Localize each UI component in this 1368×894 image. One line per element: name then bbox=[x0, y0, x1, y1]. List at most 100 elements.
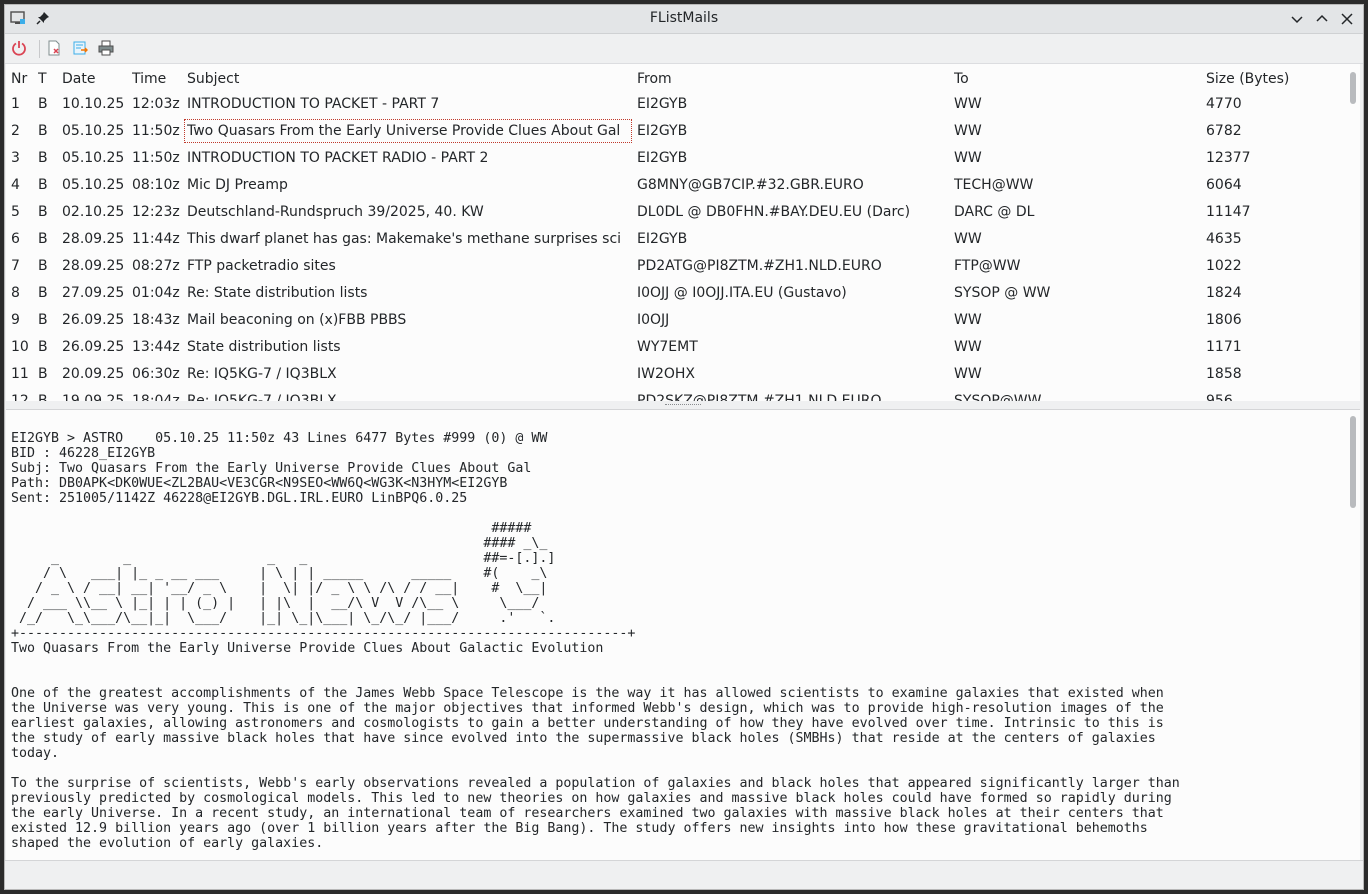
table-cell: INTRODUCTION TO PACKET - PART 7 bbox=[187, 96, 440, 112]
table-cell: 11147 bbox=[1206, 204, 1251, 220]
print-icon[interactable] bbox=[97, 39, 115, 57]
table-cell: 01:04z bbox=[132, 285, 180, 301]
table-cell: WW bbox=[954, 366, 982, 382]
table-row[interactable]: 4 B 05.10.25 08:10z Mic DJ Preamp G8MNY@GB7CI… bbox=[6, 172, 1296, 199]
table-cell: B bbox=[38, 177, 48, 193]
table-row[interactable]: 11 B 20.09.25 06:30z Re: IQ5KG-7 / IQ3BLX IW2… bbox=[6, 361, 1296, 388]
table-cell: EI2GYB bbox=[637, 231, 688, 247]
table-cell: 02.10.25 bbox=[62, 204, 125, 220]
table-row[interactable]: 7 B 28.09.25 08:27z FTP packetradio sites PD2… bbox=[6, 253, 1296, 280]
table-cell: 5 bbox=[11, 204, 20, 220]
table-cell: Mail beaconing on (x)FBB PBBS bbox=[187, 312, 407, 328]
table-cell: 08:10z bbox=[132, 177, 180, 193]
pane-splitter[interactable] bbox=[5, 401, 1363, 409]
table-cell: B bbox=[38, 204, 48, 220]
window-title: FListMails bbox=[649, 10, 719, 26]
table-cell: 18:43z bbox=[132, 312, 180, 328]
table-cell: 6 bbox=[11, 231, 20, 247]
table-cell: 12377 bbox=[1206, 150, 1251, 166]
table-cell: 11:44z bbox=[132, 231, 180, 247]
table-cell: SYSOP @ WW bbox=[954, 285, 1051, 301]
power-icon[interactable] bbox=[10, 39, 28, 57]
column-header[interactable]: T bbox=[38, 71, 60, 87]
table-cell: B bbox=[38, 393, 48, 401]
table-cell: 26.09.25 bbox=[62, 339, 125, 355]
table-cell: 13:44z bbox=[132, 339, 180, 355]
table-cell: 8 bbox=[11, 285, 20, 301]
table-row[interactable]: 5 B 02.10.25 12:23z Deutschland-Rundspruch 3… bbox=[6, 199, 1296, 226]
table-row[interactable]: 2 B 05.10.25 11:50z Two Quasars From the Ear… bbox=[6, 118, 1296, 145]
column-header[interactable]: From bbox=[637, 71, 947, 87]
column-header[interactable]: Time bbox=[132, 71, 186, 87]
table-cell: 28.09.25 bbox=[62, 258, 125, 274]
table-cell: WW bbox=[954, 123, 982, 139]
splitter-grip[interactable] bbox=[665, 404, 701, 407]
column-header[interactable]: To bbox=[954, 71, 1199, 87]
message-view[interactable]: EI2GYB > ASTRO 05.10.25 11:50z 43 Lines … bbox=[6, 409, 1360, 863]
table-cell: EI2GYB bbox=[637, 96, 688, 112]
message-scrollbar[interactable] bbox=[1346, 410, 1360, 863]
table-cell: PD2ATG@PI8ZTM.#ZH1.NLD.EURO bbox=[637, 258, 882, 274]
table-cell: 3 bbox=[11, 150, 20, 166]
table-cell: Re: IQ5KG-7 / IQ3BLX bbox=[187, 366, 337, 382]
list-scrollbar[interactable] bbox=[1346, 64, 1360, 401]
list-header: Nr T Date Time Subject From To Size (Byt… bbox=[6, 64, 1296, 91]
message-paragraph: To the surprise of scientists, Webb's ea… bbox=[11, 776, 1180, 851]
table-cell: B bbox=[38, 366, 48, 382]
table-cell: PD2SKZ@PI8ZTM.#ZH1.NLD.EURO bbox=[637, 393, 882, 401]
table-cell: B bbox=[38, 258, 48, 274]
list-scrollbar-thumb[interactable] bbox=[1350, 72, 1356, 104]
table-cell: WW bbox=[954, 150, 982, 166]
table-cell: 05.10.25 bbox=[62, 150, 125, 166]
table-cell: 1022 bbox=[1206, 258, 1242, 274]
minimize-icon[interactable] bbox=[1289, 11, 1305, 27]
export-document-icon[interactable] bbox=[71, 39, 89, 57]
table-cell: 12:23z bbox=[132, 204, 180, 220]
table-row[interactable]: 1 B 10.10.25 12:03z INTRODUCTION TO PACKET -… bbox=[6, 91, 1296, 118]
table-cell: 7 bbox=[11, 258, 20, 274]
table-cell: B bbox=[38, 96, 48, 112]
table-cell: 11:50z bbox=[132, 150, 180, 166]
table-cell: 1806 bbox=[1206, 312, 1242, 328]
column-header[interactable]: Subject bbox=[187, 71, 627, 87]
column-header[interactable]: Nr bbox=[11, 71, 35, 87]
message-scrollbar-thumb[interactable] bbox=[1350, 416, 1356, 508]
mail-list[interactable]: Nr T Date Time Subject From To Size (Byt… bbox=[6, 64, 1360, 401]
column-header[interactable]: Date bbox=[62, 71, 130, 87]
table-cell: WW bbox=[954, 231, 982, 247]
table-cell: 1 bbox=[11, 96, 20, 112]
table-cell: EI2GYB bbox=[637, 150, 688, 166]
status-bar bbox=[5, 860, 1363, 889]
table-cell: I0OJJ bbox=[637, 312, 670, 328]
ascii-banner: ##### #### _\_ _ _ _ _ ##=-[.].] / \ ___… bbox=[11, 521, 636, 641]
table-cell: WW bbox=[954, 96, 982, 112]
toolbar bbox=[5, 34, 1363, 64]
table-row[interactable]: 6 B 28.09.25 11:44z This dwarf planet has ga… bbox=[6, 226, 1296, 253]
table-cell: EI2GYB bbox=[637, 123, 688, 139]
table-cell: 05.10.25 bbox=[62, 177, 125, 193]
table-cell: 12 bbox=[11, 393, 29, 401]
maximize-icon[interactable] bbox=[1314, 11, 1330, 27]
toolbar-separator bbox=[39, 40, 40, 58]
table-row[interactable]: 8 B 27.09.25 01:04z Re: State distribution l… bbox=[6, 280, 1296, 307]
table-cell: WW bbox=[954, 339, 982, 355]
column-header[interactable]: Size (Bytes) bbox=[1206, 71, 1294, 87]
table-cell: 4 bbox=[11, 177, 20, 193]
table-cell: 08:27z bbox=[132, 258, 180, 274]
table-cell: 1171 bbox=[1206, 339, 1242, 355]
table-row[interactable]: 3 B 05.10.25 11:50z INTRODUCTION TO PACKET R… bbox=[6, 145, 1296, 172]
table-cell: This dwarf planet has gas: Makemake's me… bbox=[187, 231, 622, 247]
delete-document-icon[interactable] bbox=[45, 39, 63, 57]
title-bar: FListMails bbox=[5, 5, 1363, 34]
table-cell: 20.09.25 bbox=[62, 366, 125, 382]
table-cell: 11 bbox=[11, 366, 29, 382]
table-row[interactable]: 10 B 26.09.25 13:44z State distribution list… bbox=[6, 334, 1296, 361]
table-row[interactable]: 9 B 26.09.25 18:43z Mail beaconing on (x)FBB… bbox=[6, 307, 1296, 334]
message-paragraph: One of the greatest accomplishments of t… bbox=[11, 686, 1164, 761]
table-cell: 6064 bbox=[1206, 177, 1242, 193]
table-cell: DARC @ DL bbox=[954, 204, 1035, 220]
table-cell: 19.09.25 bbox=[62, 393, 125, 401]
message-header: EI2GYB > ASTRO 05.10.25 11:50z 43 Lines … bbox=[11, 431, 548, 506]
table-row[interactable]: 12 B 19.09.25 18:04z Re: IQ5KG-7 / IQ3BLX PD2… bbox=[6, 388, 1296, 401]
close-icon[interactable] bbox=[1339, 11, 1355, 27]
